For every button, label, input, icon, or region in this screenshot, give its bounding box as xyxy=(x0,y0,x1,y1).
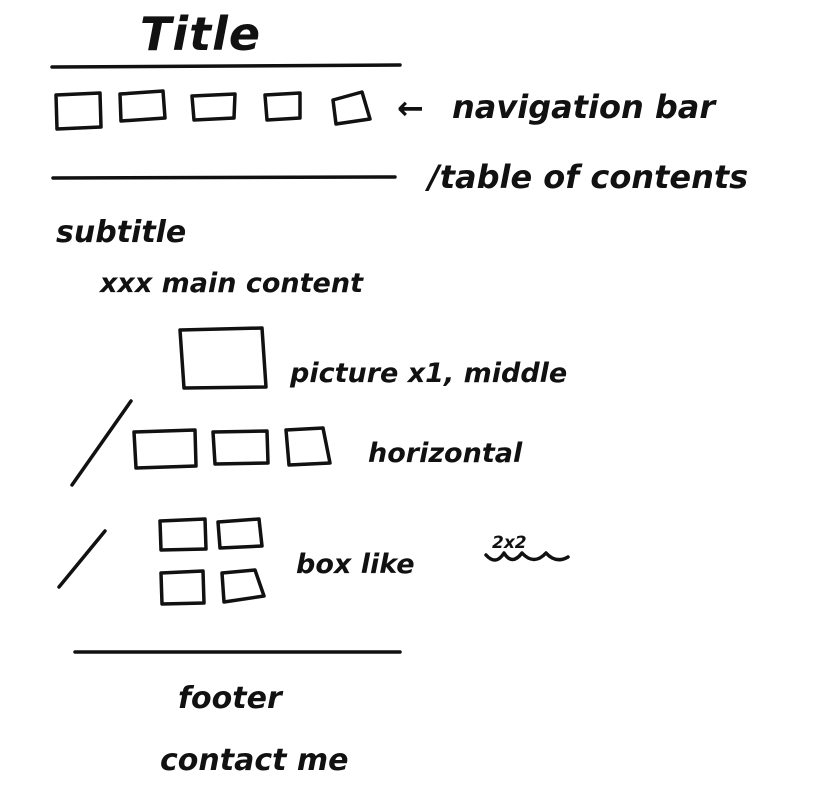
squiggle-underline xyxy=(484,551,570,562)
box-grid-note: box like xyxy=(296,549,415,580)
page-title: Title xyxy=(140,7,261,61)
table-of-contents-note: /table of contents xyxy=(424,158,748,196)
grid-box-4 xyxy=(220,568,266,604)
grid-box-1 xyxy=(158,517,208,552)
wireframe-sketch: Title ← navigation bar /table of content… xyxy=(50,7,748,778)
main-content-text: xxx main content xyxy=(98,268,364,299)
picture-placeholder xyxy=(178,326,268,390)
grid-box-2 xyxy=(216,517,264,550)
picture-note: picture x1, middle xyxy=(289,358,567,389)
horizontal-row xyxy=(132,426,332,470)
nav-box-2 xyxy=(118,89,167,123)
nav-box-3 xyxy=(190,92,237,122)
nav-box-4 xyxy=(263,91,302,122)
contact-me-text: contact me xyxy=(160,743,349,778)
horizontal-box-2 xyxy=(211,429,270,466)
horizontal-box-3 xyxy=(284,426,332,467)
title-divider xyxy=(50,63,402,69)
nav-divider xyxy=(51,175,397,180)
navigation-bar-note: navigation bar xyxy=(452,88,717,126)
horizontal-box-1 xyxy=(132,428,198,470)
navigation-bar xyxy=(54,89,372,131)
box-grid-size-note: 2x2 xyxy=(492,533,527,553)
box-grid xyxy=(158,517,266,606)
grid-box-3 xyxy=(159,569,206,606)
nav-box-1 xyxy=(54,91,103,131)
nav-box-5 xyxy=(331,90,372,126)
subtitle: subtitle xyxy=(56,215,186,250)
horizontal-note: horizontal xyxy=(368,438,523,469)
left-arrow-icon: ← xyxy=(397,89,424,127)
slash-mark xyxy=(70,399,133,487)
slash-mark xyxy=(57,529,107,589)
footer-label: footer xyxy=(178,681,284,716)
